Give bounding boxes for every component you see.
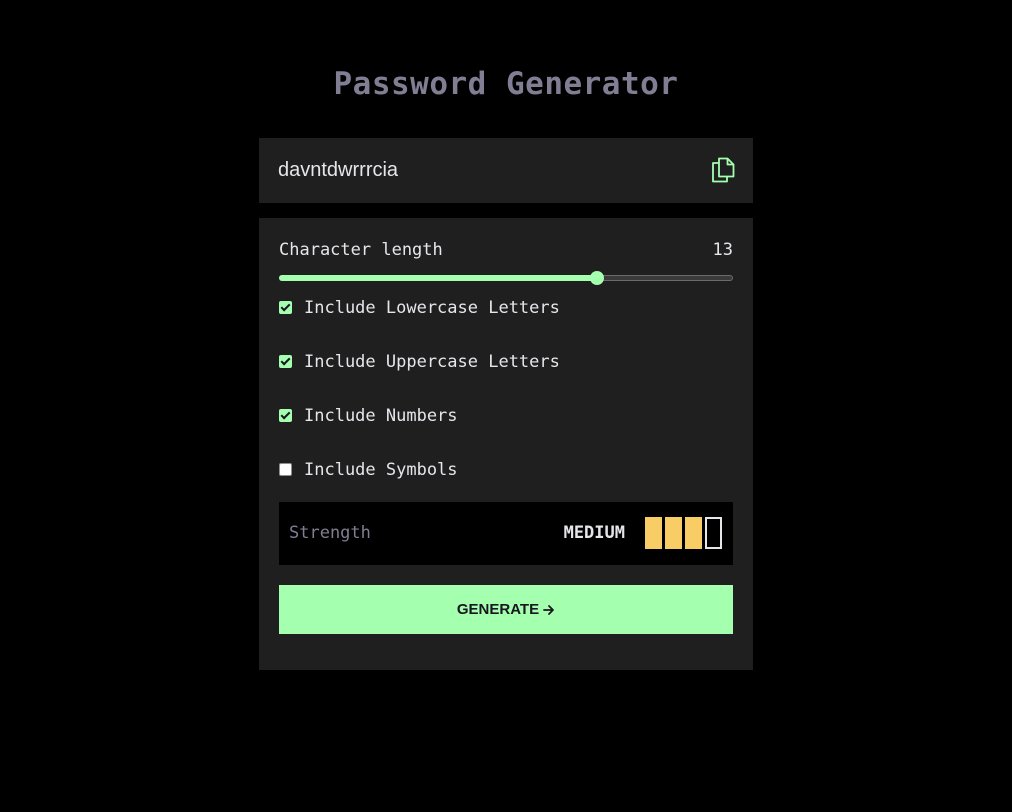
strength-bar	[705, 517, 722, 549]
slider-thumb[interactable]	[590, 271, 604, 285]
page-title: Password Generator	[333, 66, 679, 102]
option-label: Include Lowercase Letters	[304, 298, 560, 318]
option-numbers[interactable]: Include Numbers	[279, 405, 458, 427]
strength-value: MEDIUM	[563, 523, 625, 543]
length-slider[interactable]	[279, 271, 733, 285]
symbols-checkbox[interactable]	[279, 462, 292, 476]
generator-panel: Character length 13 Include Lowercase Le…	[259, 218, 753, 670]
option-label: Include Uppercase Letters	[304, 352, 560, 372]
generate-button[interactable]: GENERATE	[279, 585, 733, 634]
strength-bar	[665, 517, 682, 549]
password-output: davntdwrrrcia	[259, 138, 753, 203]
generate-label: GENERATE	[456, 601, 540, 618]
strength-meter: Strength MEDIUM	[279, 502, 733, 565]
copy-button[interactable]	[711, 157, 735, 183]
option-label: Include Numbers	[304, 406, 458, 426]
arrow-right-icon	[543, 604, 555, 615]
password-text: davntdwrrrcia	[278, 159, 399, 181]
option-lowercase[interactable]: Include Lowercase Letters	[279, 297, 560, 319]
strength-label: Strength	[289, 523, 371, 543]
uppercase-checkbox[interactable]	[279, 354, 292, 368]
lowercase-checkbox[interactable]	[279, 300, 292, 314]
strength-bar	[685, 517, 702, 549]
option-symbols[interactable]: Include Symbols	[279, 459, 458, 481]
option-label: Include Symbols	[304, 460, 458, 480]
strength-bar	[645, 517, 662, 549]
character-length-label: Character length	[279, 240, 443, 260]
copy-icon	[712, 157, 735, 183]
slider-fill	[279, 275, 597, 281]
option-uppercase[interactable]: Include Uppercase Letters	[279, 351, 560, 373]
numbers-checkbox[interactable]	[279, 408, 292, 422]
character-length-value: 13	[712, 240, 733, 260]
